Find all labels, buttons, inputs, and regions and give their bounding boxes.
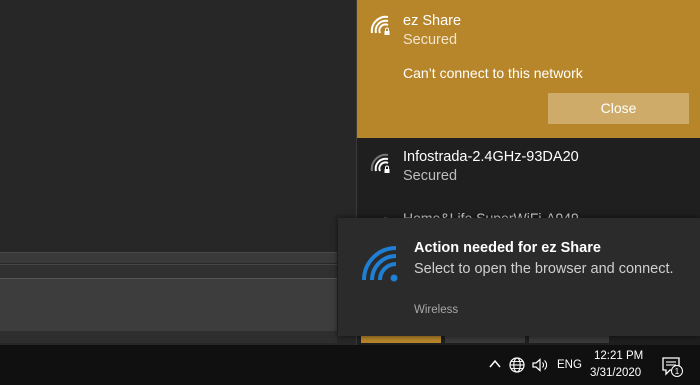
clock-time: 12:21 PM — [594, 350, 644, 362]
network-item[interactable]: Infostrada-2.4GHz-93DA20 Secured — [357, 138, 700, 198]
action-center-icon[interactable]: 1 — [661, 355, 683, 377]
toast-title: Action needed for ez Share — [414, 240, 601, 256]
network-name: ez Share — [403, 13, 462, 29]
network-item-selected[interactable]: ez Share Secured Can’t connect to this n… — [357, 0, 700, 138]
toast-app-name: Wireless — [414, 304, 459, 316]
network-item[interactable]: Home&Life SuperWiFi-A949 — [357, 198, 700, 218]
background-window-footer — [0, 331, 337, 343]
toast-body: Select to open the browser and connect. — [414, 261, 674, 277]
background-window-strip — [0, 252, 337, 263]
close-button[interactable]: Close — [548, 93, 689, 124]
notification-count: 1 — [675, 367, 680, 376]
wifi-icon — [362, 246, 398, 282]
speaker-icon[interactable] — [531, 357, 549, 373]
connection-error-message: Can’t connect to this network — [403, 65, 583, 81]
network-status: Secured — [403, 32, 458, 48]
network-name: Infostrada-2.4GHz-93DA20 — [403, 149, 579, 165]
wifi-secured-icon — [370, 153, 391, 174]
network-name: Home&Life SuperWiFi-A949 — [403, 210, 579, 218]
language-indicator[interactable]: ENG — [557, 359, 582, 371]
network-status: Secured — [403, 168, 458, 184]
globe-icon[interactable] — [508, 356, 526, 374]
background-window-panel — [0, 278, 337, 332]
clock-date: 3/31/2020 — [590, 367, 642, 379]
background-window-strip — [0, 264, 337, 279]
wifi-secured-icon — [370, 15, 391, 36]
toast-notification[interactable]: Action needed for ez Share Select to ope… — [338, 218, 700, 336]
chevron-up-icon[interactable] — [488, 357, 502, 371]
taskbar: ENG 12:21 PM 3/31/2020 1 — [0, 345, 700, 385]
